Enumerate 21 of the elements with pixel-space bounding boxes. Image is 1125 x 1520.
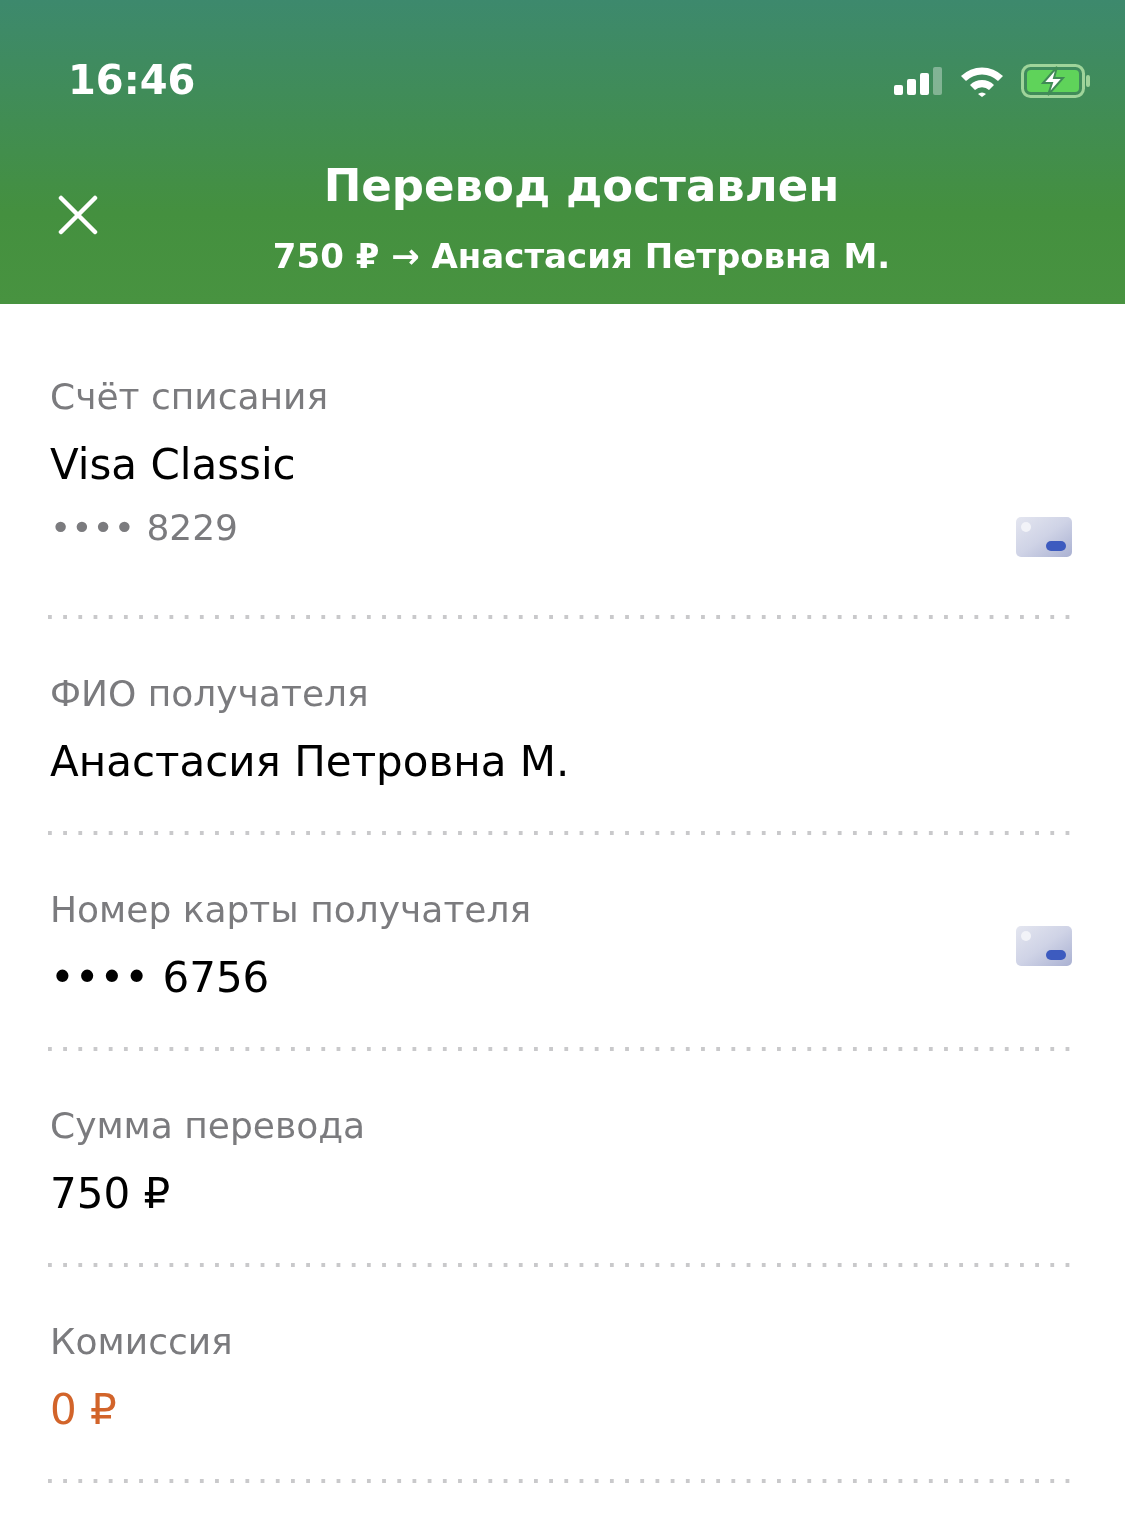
field-label: Счёт списания	[50, 375, 329, 419]
field-label: Комиссия	[50, 1320, 233, 1364]
field-value: •••• 6756	[50, 952, 270, 1004]
status-time: 16:46	[68, 56, 196, 104]
card-icon	[1016, 517, 1072, 557]
header-title: Перевод доставлен	[322, 158, 841, 214]
field-label: Номер карты получателя	[50, 888, 532, 932]
close-icon	[58, 194, 98, 235]
close-button[interactable]	[58, 194, 98, 235]
field-value: 750 ₽	[50, 1168, 171, 1220]
header-subtitle: 750 ₽ → Анастасия Петровна М.	[272, 235, 891, 278]
field-value: Visa Classic	[50, 439, 296, 491]
signal-icon	[894, 67, 943, 95]
card-icon	[1016, 926, 1072, 966]
battery-icon	[1021, 64, 1091, 98]
card-number: •••• 8229	[50, 506, 238, 550]
wifi-icon	[959, 65, 1005, 97]
field-label: Сумма перевода	[50, 1104, 366, 1148]
field-value: Анастасия Петровна М.	[50, 736, 570, 788]
field-label: ФИО получателя	[50, 672, 369, 716]
field-value: 0 ₽	[50, 1384, 117, 1436]
